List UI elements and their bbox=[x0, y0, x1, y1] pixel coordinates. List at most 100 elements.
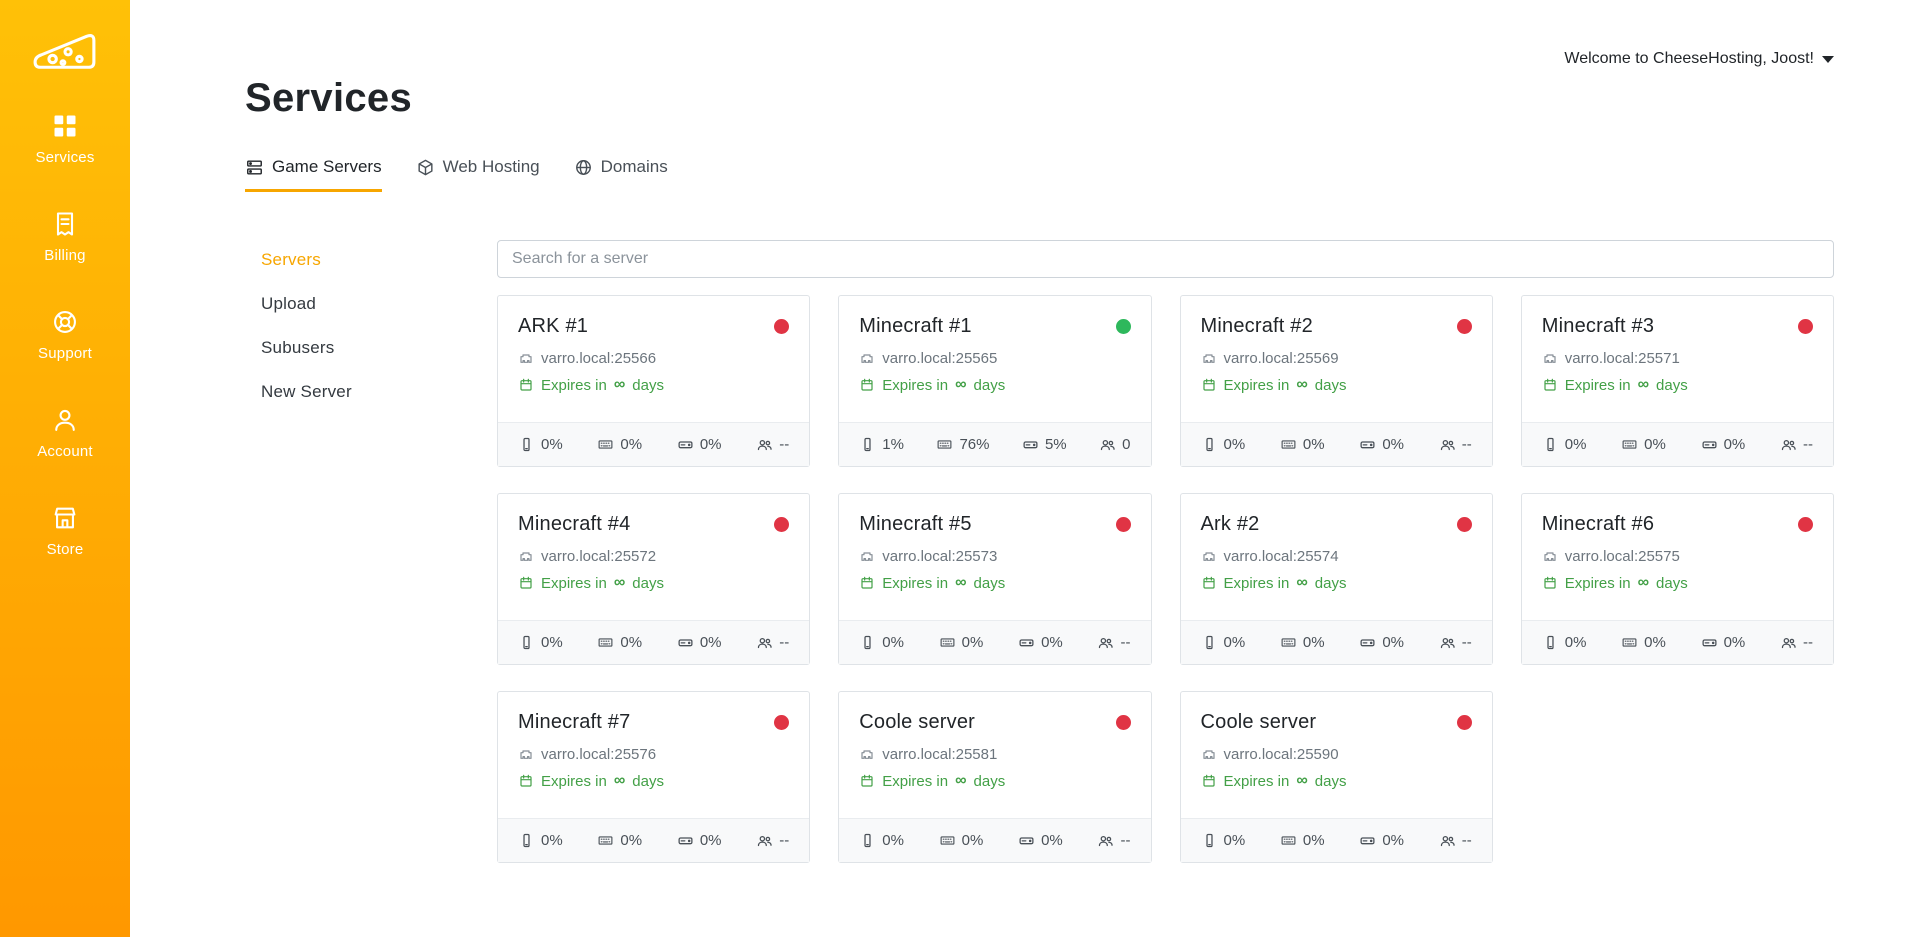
sidebar-item-billing[interactable]: Billing bbox=[44, 210, 85, 264]
infinity-symbol: ∞ bbox=[614, 772, 625, 790]
subnav-item-servers[interactable]: Servers bbox=[261, 250, 497, 270]
server-card[interactable]: Minecraft #5 varro.local:25573 Expires i… bbox=[838, 493, 1151, 665]
server-search-input[interactable] bbox=[497, 240, 1834, 278]
cpu-value: 0% bbox=[1565, 634, 1587, 651]
disk-stat: 0% bbox=[1359, 832, 1404, 849]
sidebar-item-label: Services bbox=[35, 149, 94, 166]
expiry-prefix: Expires in bbox=[1224, 773, 1290, 790]
expiry-suffix: days bbox=[632, 575, 664, 592]
server-stats: 0% 0% 0% bbox=[1181, 422, 1492, 466]
server-name: ARK #1 bbox=[518, 315, 588, 338]
server-status-dot bbox=[1457, 715, 1472, 730]
sidebar-item-label: Support bbox=[38, 345, 92, 362]
disk-icon bbox=[1022, 436, 1039, 453]
server-host: varro.local:25576 bbox=[518, 746, 789, 763]
memory-value: 76% bbox=[959, 436, 989, 453]
disk-icon bbox=[1701, 634, 1718, 651]
server-name: Minecraft #1 bbox=[859, 315, 971, 338]
server-card[interactable]: Minecraft #7 varro.local:25576 Expires i… bbox=[497, 691, 810, 863]
calendar-icon bbox=[1201, 575, 1217, 591]
memory-stat: 76% bbox=[936, 436, 989, 453]
expiry-prefix: Expires in bbox=[882, 575, 948, 592]
cheese-logo[interactable] bbox=[32, 26, 98, 78]
cube-icon bbox=[416, 158, 435, 177]
server-name: Coole server bbox=[859, 711, 975, 734]
players-stat: -- bbox=[756, 832, 789, 849]
players-value: -- bbox=[1803, 634, 1813, 651]
memory-stat: 0% bbox=[1621, 634, 1666, 651]
sidebar-item-account[interactable]: Account bbox=[37, 406, 93, 460]
memory-icon bbox=[1621, 436, 1638, 453]
sidebar: Services Billing Support Account Store bbox=[0, 0, 130, 937]
server-card-grid: ARK #1 varro.local:25566 Expires in∞days bbox=[497, 295, 1834, 863]
disk-stat: 0% bbox=[1018, 832, 1063, 849]
server-card[interactable]: Minecraft #1 varro.local:25565 Expires i… bbox=[838, 295, 1151, 467]
server-status-dot bbox=[1798, 319, 1813, 334]
server-expiry: Expires in∞days bbox=[518, 574, 789, 592]
users-icon bbox=[756, 634, 773, 651]
sidebar-item-label: Billing bbox=[44, 247, 85, 264]
subnav-item-subusers[interactable]: Subusers bbox=[261, 338, 497, 358]
server-card[interactable]: Minecraft #2 varro.local:25569 Expires i… bbox=[1180, 295, 1493, 467]
server-name: Minecraft #5 bbox=[859, 513, 971, 536]
subnav-item-upload[interactable]: Upload bbox=[261, 294, 497, 314]
players-value: 0 bbox=[1122, 436, 1130, 453]
server-card[interactable]: Minecraft #6 varro.local:25575 Expires i… bbox=[1521, 493, 1834, 665]
cpu-icon bbox=[859, 436, 876, 453]
users-icon bbox=[1439, 634, 1456, 651]
cheese-icon bbox=[32, 26, 98, 76]
person-icon bbox=[51, 406, 79, 434]
ethernet-icon bbox=[859, 747, 875, 763]
sidebar-item-services[interactable]: Services bbox=[35, 112, 94, 166]
server-expiry: Expires in∞days bbox=[1201, 772, 1472, 790]
server-status-dot bbox=[1116, 517, 1131, 532]
page-title: Services bbox=[245, 76, 1834, 121]
disk-value: 0% bbox=[1724, 436, 1746, 453]
server-card[interactable]: Coole server varro.local:25581 Expires i… bbox=[838, 691, 1151, 863]
disk-stat: 0% bbox=[1701, 634, 1746, 651]
server-card[interactable]: ARK #1 varro.local:25566 Expires in∞days bbox=[497, 295, 810, 467]
disk-value: 0% bbox=[700, 832, 722, 849]
memory-stat: 0% bbox=[597, 634, 642, 651]
players-stat: -- bbox=[1439, 634, 1472, 651]
cpu-icon bbox=[1201, 832, 1218, 849]
players-stat: -- bbox=[756, 436, 789, 453]
expiry-suffix: days bbox=[632, 773, 664, 790]
users-icon bbox=[1780, 634, 1797, 651]
server-host: varro.local:25566 bbox=[518, 350, 789, 367]
server-stats: 0% 0% 0% bbox=[839, 620, 1150, 664]
server-stats: 0% 0% 0% bbox=[1522, 620, 1833, 664]
infinity-symbol: ∞ bbox=[1296, 772, 1307, 790]
calendar-icon bbox=[518, 377, 534, 393]
server-host: varro.local:25575 bbox=[1542, 548, 1813, 565]
server-expiry: Expires in∞days bbox=[1542, 376, 1813, 394]
tab-web-hosting[interactable]: Web Hosting bbox=[416, 157, 540, 192]
sidebar-item-store[interactable]: Store bbox=[47, 504, 84, 558]
disk-stat: 0% bbox=[677, 634, 722, 651]
welcome-text: Welcome to CheeseHosting, Joost! bbox=[1564, 50, 1814, 68]
players-stat: -- bbox=[1097, 634, 1130, 651]
players-value: -- bbox=[1120, 634, 1130, 651]
ethernet-icon bbox=[859, 549, 875, 565]
cpu-icon bbox=[518, 832, 535, 849]
memory-stat: 0% bbox=[597, 436, 642, 453]
sidebar-item-label: Account bbox=[37, 443, 93, 460]
cpu-stat: 0% bbox=[1201, 832, 1246, 849]
server-status-dot bbox=[1116, 715, 1131, 730]
disk-stat: 5% bbox=[1022, 436, 1067, 453]
disk-value: 0% bbox=[1382, 436, 1404, 453]
server-card[interactable]: Ark #2 varro.local:25574 Expires in∞days bbox=[1180, 493, 1493, 665]
ethernet-icon bbox=[859, 351, 875, 367]
disk-value: 0% bbox=[700, 436, 722, 453]
server-address: varro.local:25572 bbox=[541, 548, 656, 565]
tab-game-servers[interactable]: Game Servers bbox=[245, 157, 382, 192]
user-menu[interactable]: Welcome to CheeseHosting, Joost! bbox=[1564, 50, 1834, 68]
server-card[interactable]: Minecraft #3 varro.local:25571 Expires i… bbox=[1521, 295, 1834, 467]
subnav-item-new-server[interactable]: New Server bbox=[261, 382, 497, 402]
server-card[interactable]: Coole server varro.local:25590 Expires i… bbox=[1180, 691, 1493, 863]
sidebar-item-support[interactable]: Support bbox=[38, 308, 92, 362]
memory-stat: 0% bbox=[1280, 832, 1325, 849]
server-card[interactable]: Minecraft #4 varro.local:25572 Expires i… bbox=[497, 493, 810, 665]
tab-domains[interactable]: Domains bbox=[574, 157, 668, 192]
server-address: varro.local:25575 bbox=[1565, 548, 1680, 565]
